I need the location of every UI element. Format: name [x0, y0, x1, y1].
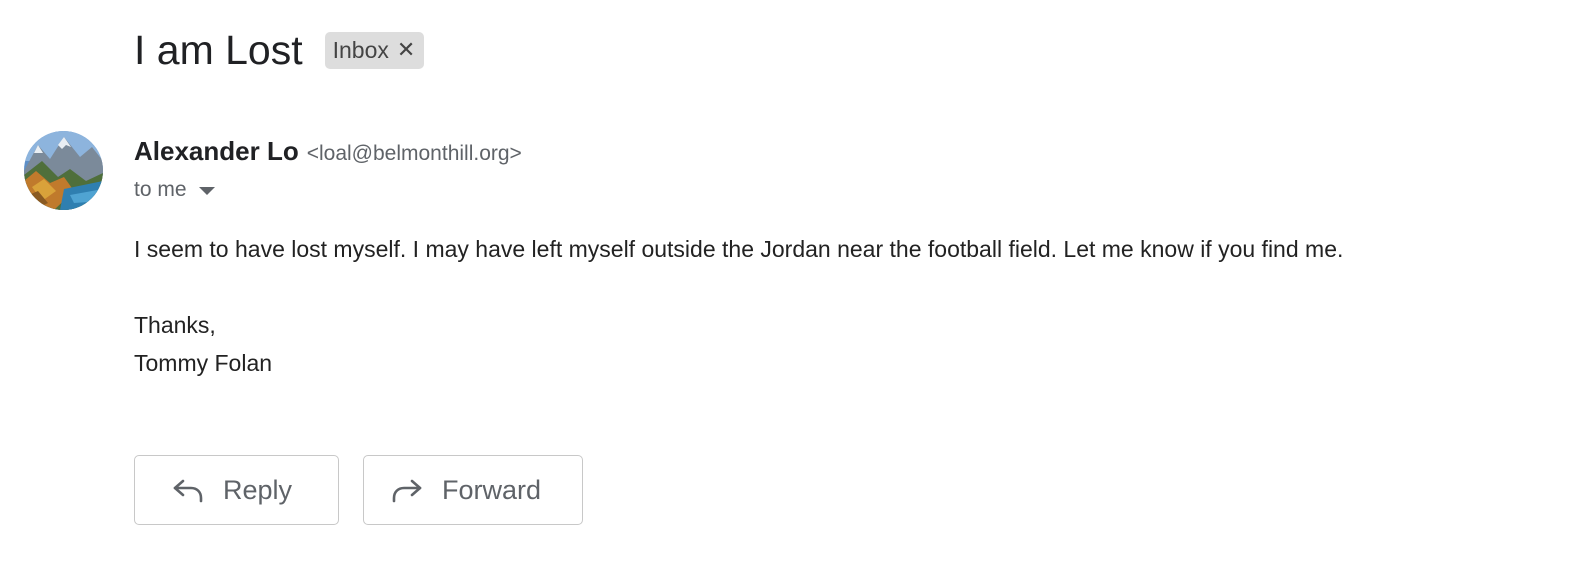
- inbox-label-chip[interactable]: Inbox ✕: [324, 31, 425, 69]
- body-paragraph: I seem to have lost myself. I may have l…: [134, 236, 1344, 262]
- avatar[interactable]: [24, 131, 103, 210]
- email-subject: I am Lost: [134, 27, 303, 73]
- body-signature: Tommy Folan: [134, 350, 273, 376]
- email-view: I am Lost Inbox ✕ Alexander Lo <loal@bel…: [0, 0, 1592, 575]
- email-actions: Reply Forward: [134, 455, 583, 525]
- close-icon[interactable]: ✕: [397, 39, 415, 61]
- sender-name[interactable]: Alexander Lo: [134, 136, 299, 167]
- recipient-details-toggle[interactable]: to me: [134, 178, 215, 202]
- label-chip-text: Inbox: [332, 36, 389, 63]
- forward-button[interactable]: Forward: [363, 455, 583, 525]
- body-closing: Thanks,: [134, 312, 216, 338]
- reply-arrow-icon: [173, 479, 203, 503]
- sender-email: <loal@belmonthill.org>: [306, 142, 522, 165]
- reply-label: Reply: [223, 474, 293, 505]
- recipient-text: to me: [134, 178, 187, 201]
- forward-label: Forward: [442, 474, 542, 505]
- email-body: I seem to have lost myself. I may have l…: [134, 230, 1574, 382]
- subject-row: I am Lost Inbox ✕: [134, 26, 425, 74]
- landscape-avatar-icon: [24, 131, 103, 210]
- caret-down-icon[interactable]: [198, 187, 215, 195]
- forward-arrow-icon: [392, 479, 422, 503]
- reply-button[interactable]: Reply: [134, 455, 339, 525]
- sender-row: Alexander Lo <loal@belmonthill.org>: [134, 136, 522, 167]
